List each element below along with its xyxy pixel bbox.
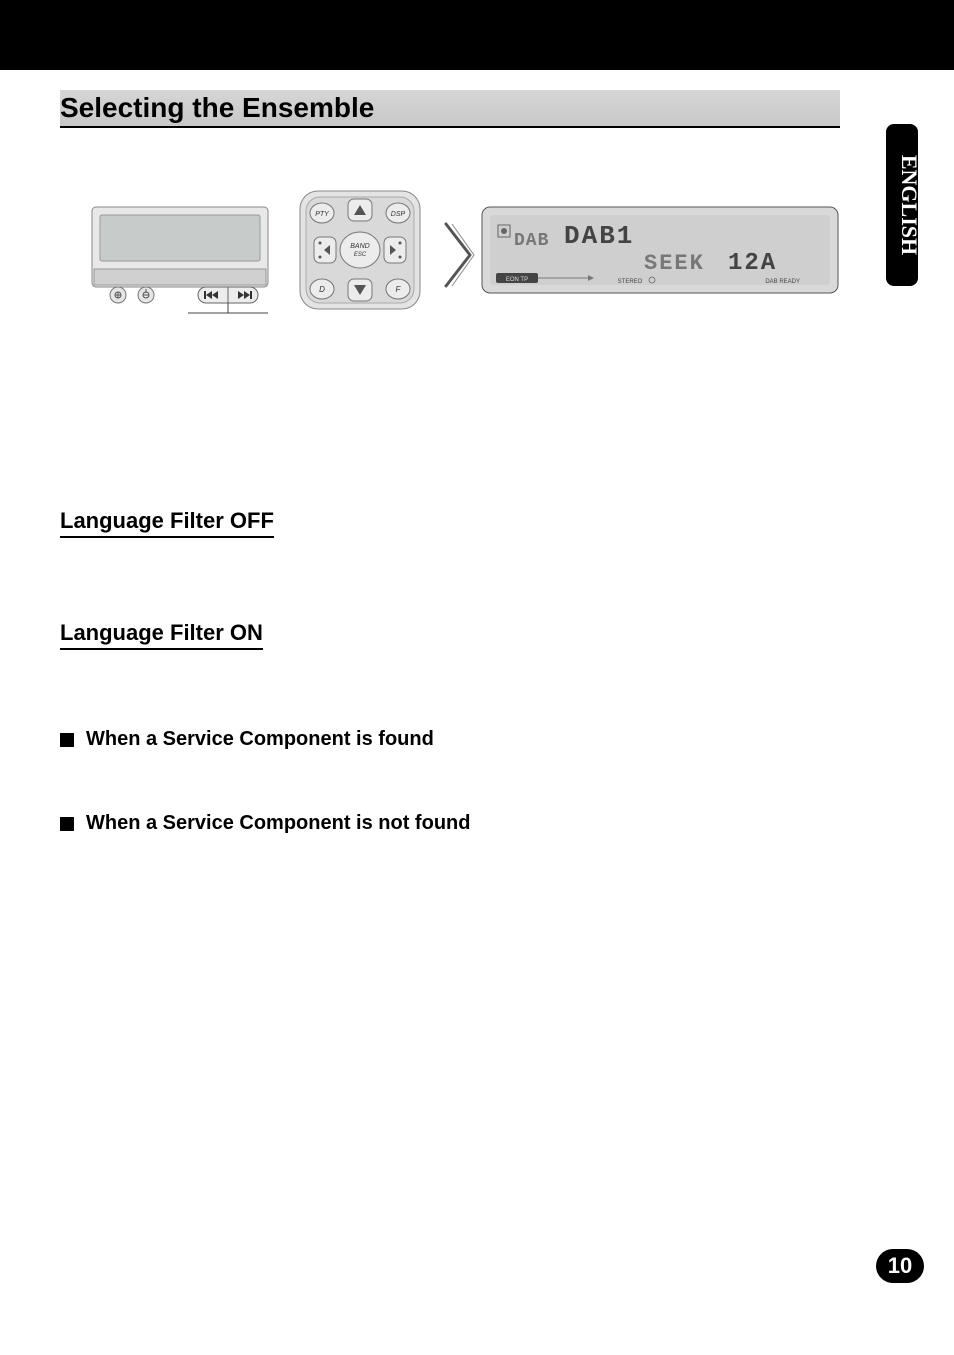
bullet-found-wrap: When a Service Component is found xyxy=(60,728,434,751)
sub-filter-off-wrap: Language Filter OFF xyxy=(60,508,274,538)
section-header: Selecting the Ensemble xyxy=(60,90,840,124)
lcd-dab-ready: DAB READY xyxy=(765,279,800,285)
content-area: Selecting the Ensemble xyxy=(60,90,840,124)
manual-page: ENGLISH Selecting the Ensemble xyxy=(0,0,954,1355)
sub-filter-off: Language Filter OFF xyxy=(60,508,274,538)
figures-row: BAND ESC PTY DSP D F xyxy=(60,185,840,325)
language-tab-label: ENGLISH xyxy=(897,155,922,255)
page-number-badge: 10 xyxy=(876,1249,924,1283)
remote-figure: BAND ESC PTY DSP D F xyxy=(290,185,430,315)
square-bullet-icon xyxy=(60,817,74,831)
lcd-line1: DAB1 xyxy=(564,221,634,251)
bullet-notfound-wrap: When a Service Component is not found xyxy=(60,812,470,835)
language-tab: ENGLISH xyxy=(882,120,922,290)
sub-filter-on: Language Filter ON xyxy=(60,620,263,650)
top-black-bar xyxy=(0,0,954,70)
lcd-icon-dab: DAB xyxy=(514,231,549,251)
lcd-seek: SEEK xyxy=(644,251,705,276)
arrow-icon xyxy=(440,220,476,290)
lcd-channel: 12A xyxy=(728,250,777,277)
bullet-not-found: When a Service Component is not found xyxy=(86,812,470,835)
square-bullet-icon xyxy=(60,733,74,747)
bullet-found: When a Service Component is found xyxy=(86,728,434,751)
sub-filter-on-wrap: Language Filter ON xyxy=(60,620,263,650)
remote-dsp-label: DSP xyxy=(391,211,406,218)
svg-text:D: D xyxy=(319,285,325,294)
section-header-underline xyxy=(60,126,840,128)
lcd-figure: DAB DAB1 SEEK 12A EON TP STEREO DAB READ… xyxy=(480,205,840,305)
section-title: Selecting the Ensemble xyxy=(60,90,840,124)
page-number: 10 xyxy=(888,1253,912,1279)
lcd-badge-left: EON TP xyxy=(506,277,528,283)
remote-pty-label: PTY xyxy=(315,211,330,218)
remote-band-label: BAND xyxy=(350,243,369,250)
lcd-stereo: STEREO xyxy=(618,279,643,285)
language-tab-svg: ENGLISH xyxy=(882,120,922,290)
remote-esc-label: ESC xyxy=(354,252,367,258)
headunit-figure xyxy=(90,205,270,315)
